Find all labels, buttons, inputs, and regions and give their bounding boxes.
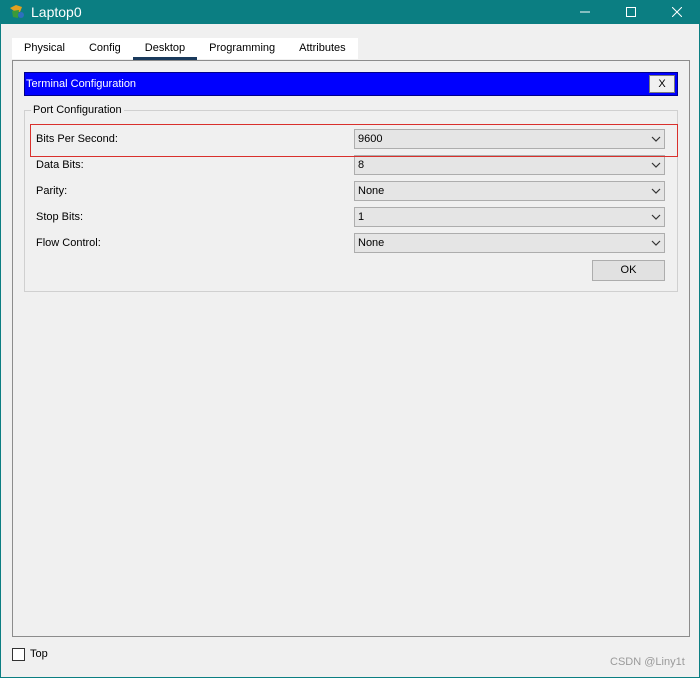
chevron-down-icon: [651, 162, 661, 168]
flow-control-select[interactable]: None: [354, 233, 665, 253]
minimize-icon: [580, 11, 590, 13]
tab-config[interactable]: Config: [77, 38, 133, 59]
maximize-button[interactable]: [608, 0, 654, 24]
terminal-close-button[interactable]: X: [649, 75, 675, 93]
window-title: Laptop0: [31, 4, 82, 20]
close-icon: [672, 7, 682, 17]
tab-bar: Physical Config Desktop Programming Attr…: [12, 38, 358, 60]
bits-per-second-value: 9600: [358, 133, 383, 145]
tab-programming[interactable]: Programming: [197, 38, 287, 59]
title-bar: Laptop0: [0, 0, 700, 24]
flow-control-value: None: [358, 237, 385, 249]
terminal-header: Terminal Configuration X: [24, 72, 678, 96]
bits-per-second-label: Bits Per Second:: [36, 133, 118, 145]
tab-desktop[interactable]: Desktop: [132, 38, 198, 60]
tab-physical[interactable]: Physical: [12, 38, 77, 59]
ok-button[interactable]: OK: [592, 260, 665, 281]
chevron-down-icon: [651, 188, 661, 194]
parity-label: Parity:: [36, 185, 68, 197]
chevron-down-icon: [651, 214, 661, 220]
terminal-title: Terminal Configuration: [26, 78, 137, 90]
chevron-down-icon: [651, 136, 661, 142]
data-bits-value: 8: [358, 159, 365, 171]
parity-select[interactable]: None: [354, 181, 665, 201]
flow-control-label: Flow Control:: [36, 237, 101, 249]
watermark: CSDN @Liny1t: [610, 656, 685, 668]
close-button[interactable]: [654, 0, 700, 24]
maximize-icon: [626, 7, 636, 17]
parity-value: None: [358, 185, 385, 197]
data-bits-select[interactable]: 8: [354, 155, 665, 175]
top-checkbox-label: Top: [30, 648, 48, 660]
stop-bits-value: 1: [358, 211, 365, 223]
port-configuration-title: Port Configuration: [31, 104, 124, 117]
chevron-down-icon: [651, 240, 661, 246]
stop-bits-label: Stop Bits:: [36, 211, 84, 223]
stop-bits-select[interactable]: 1: [354, 207, 665, 227]
minimize-button[interactable]: [562, 0, 608, 24]
packet-tracer-icon: [10, 5, 24, 18]
tab-attributes[interactable]: Attributes: [287, 38, 357, 59]
bits-per-second-select[interactable]: 9600: [354, 129, 665, 149]
data-bits-label: Data Bits:: [36, 159, 84, 171]
top-checkbox[interactable]: [12, 648, 25, 661]
